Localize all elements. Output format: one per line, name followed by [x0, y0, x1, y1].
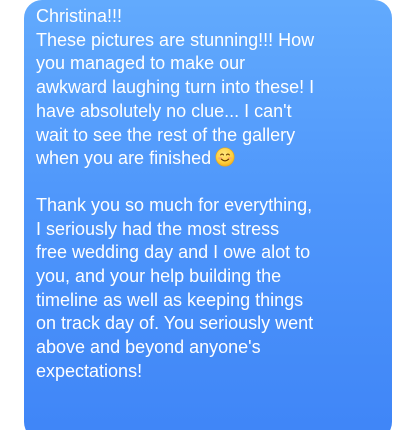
message-line-5: have absolutely no clue... I can't [36, 100, 292, 121]
message-line-3: you managed to make our [36, 53, 246, 74]
smiling-face-icon [215, 147, 235, 167]
message-line-13: on track day of. You seriously went [36, 313, 314, 334]
message-line-14: above and beyond anyone's [36, 337, 261, 358]
message-line-4: awkward laughing turn into these! I [36, 77, 315, 98]
message-paragraph-1: Christina!!! These pictures are stunning… [36, 5, 382, 171]
message-line-7: when you are finished [36, 148, 212, 169]
message-line-8: Thank you so much for everything, [36, 194, 313, 215]
message-line-1: Christina!!! [36, 6, 123, 26]
message-line-6: wait to see the rest of the gallery [36, 124, 296, 145]
message-paragraph-2: Thank you so much for everything, I seri… [36, 194, 382, 384]
message-line-9: I seriously had the most stress [36, 218, 280, 239]
message-line-15: expectations! [36, 360, 143, 381]
message-line-2: These pictures are stunning!!! How [36, 29, 315, 50]
message-line-11: you, and your help building the [36, 266, 282, 287]
message-line-10: free wedding day and I owe alot to [36, 242, 311, 263]
message-screen: Christina!!! These pictures are stunning… [0, 0, 400, 430]
message-bubble[interactable]: Christina!!! These pictures are stunning… [24, 0, 392, 430]
message-line-12: timeline as well as keeping things [36, 289, 304, 310]
